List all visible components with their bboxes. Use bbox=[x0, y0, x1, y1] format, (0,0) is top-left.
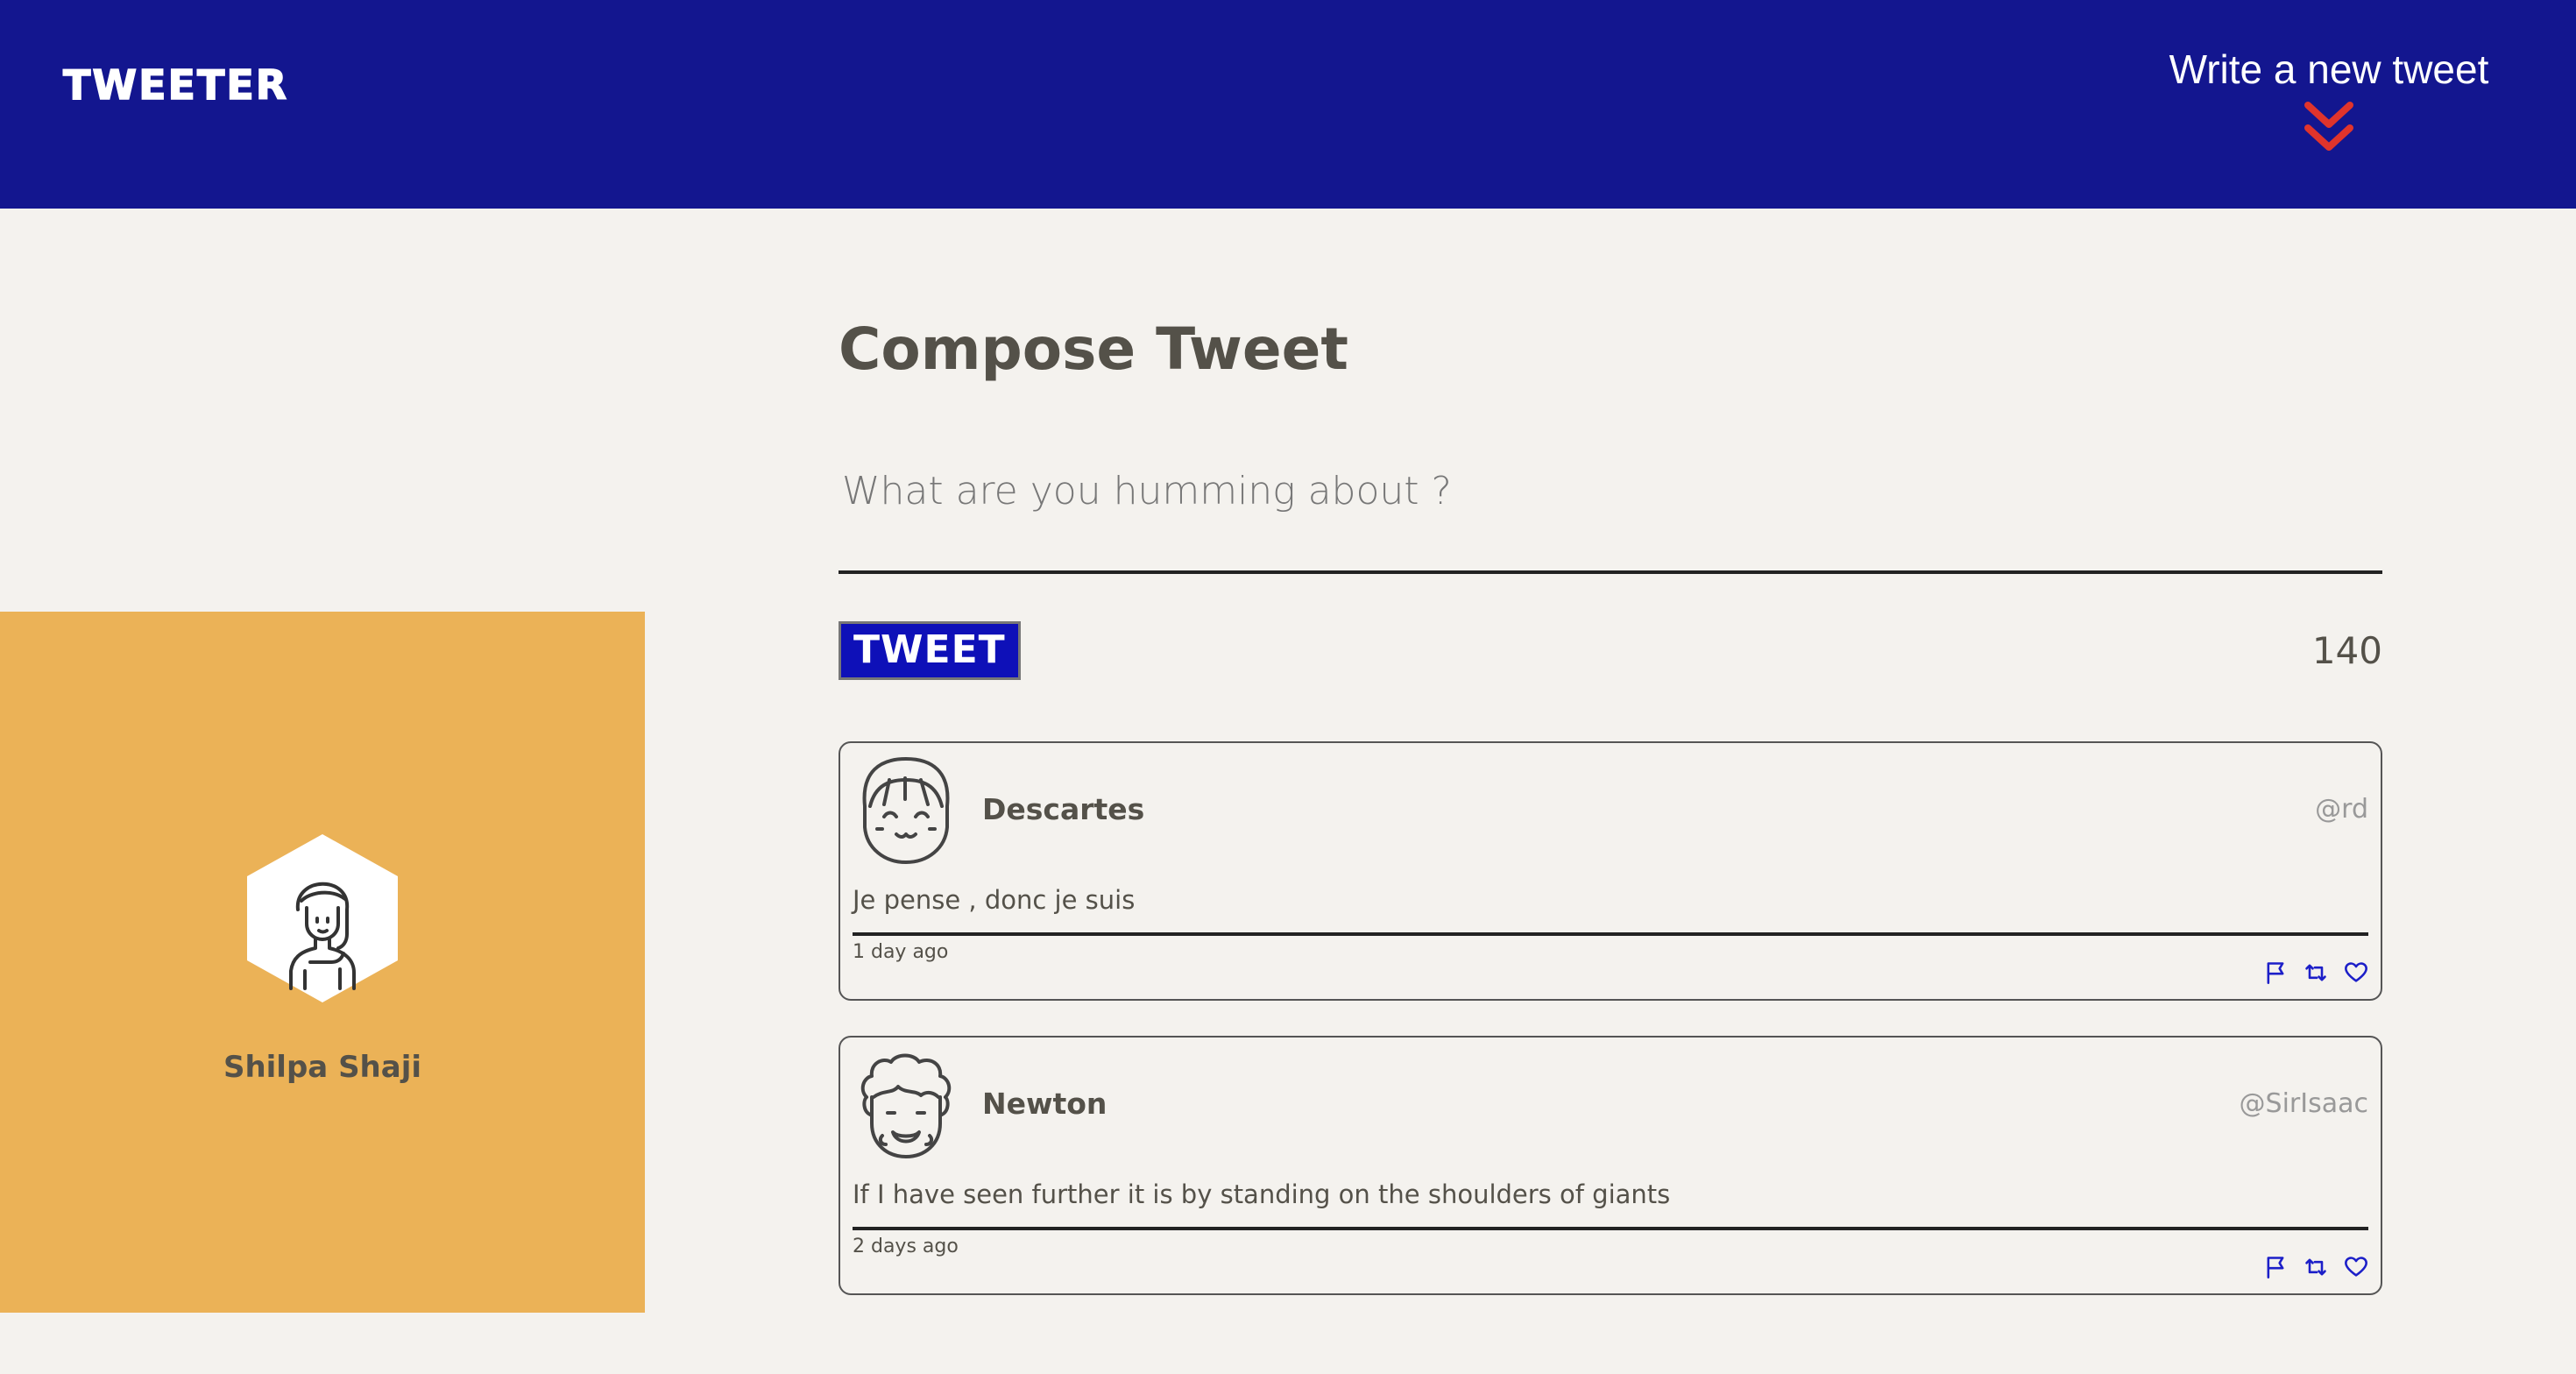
girl-avatar-icon bbox=[862, 757, 950, 864]
top-nav: TWEETER Write a new tweet bbox=[0, 0, 2576, 209]
compose-title: Compose Tweet bbox=[839, 315, 1348, 383]
profile-name: Shilpa Shaji bbox=[223, 1050, 422, 1085]
write-new-tweet-toggle[interactable]: Write a new tweet bbox=[2145, 46, 2513, 156]
double-chevron-down-icon[interactable] bbox=[2303, 100, 2355, 156]
tweet-divider bbox=[853, 1227, 2368, 1230]
tweet-author-name[interactable]: Newton bbox=[982, 1087, 1107, 1121]
tweet-content: Je pense , donc je suis bbox=[853, 885, 1136, 915]
tweet-timestamp: 1 day ago bbox=[853, 941, 949, 963]
profile-card: Shilpa Shaji bbox=[0, 612, 645, 1313]
tweet-divider bbox=[853, 932, 2368, 936]
tweet-author-handle[interactable]: @SirIsaac bbox=[2240, 1088, 2368, 1119]
retweet-icon[interactable] bbox=[2304, 1255, 2328, 1279]
tweet-actions bbox=[2263, 1255, 2368, 1279]
compose-section: Compose Tweet TWEET 140 bbox=[839, 315, 2382, 680]
tweet-content: If I have seen further it is by standing… bbox=[853, 1179, 1671, 1209]
tweet-submit-button[interactable]: TWEET bbox=[839, 621, 1021, 680]
tweet-card: Newton @SirIsaac If I have seen further … bbox=[839, 1036, 2382, 1295]
flag-icon[interactable] bbox=[2263, 1255, 2288, 1279]
tweet-text-input[interactable] bbox=[839, 469, 2382, 574]
compose-actions: TWEET 140 bbox=[839, 621, 2382, 680]
heart-icon[interactable] bbox=[2344, 1255, 2368, 1279]
woman-avatar-icon bbox=[247, 834, 398, 1002]
heart-icon[interactable] bbox=[2344, 960, 2368, 985]
write-new-tweet-label[interactable]: Write a new tweet bbox=[2169, 46, 2489, 93]
flag-icon[interactable] bbox=[2263, 960, 2288, 985]
character-counter: 140 bbox=[2311, 629, 2382, 672]
tweet-author-handle[interactable]: @rd bbox=[2315, 794, 2368, 825]
retweet-icon[interactable] bbox=[2304, 960, 2328, 985]
curly-hair-man-avatar-icon bbox=[860, 1053, 952, 1158]
brand-logo[interactable]: TWEETER bbox=[62, 60, 288, 110]
tweet-card: Descartes @rd Je pense , donc je suis 1 … bbox=[839, 741, 2382, 1001]
tweet-actions bbox=[2263, 960, 2368, 985]
tweet-timestamp: 2 days ago bbox=[853, 1236, 959, 1257]
compose-form: TWEET 140 bbox=[839, 469, 2382, 680]
tweet-author-name[interactable]: Descartes bbox=[982, 792, 1144, 826]
